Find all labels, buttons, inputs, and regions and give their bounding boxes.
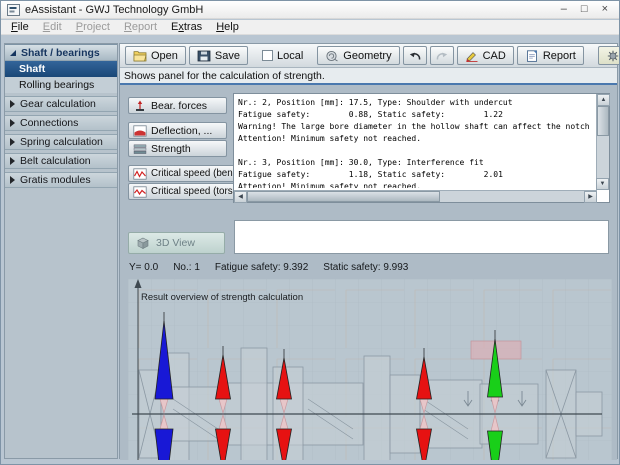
app-window: eAssistant - GWJ Technology GmbH – □ × F…: [0, 0, 620, 465]
toolbar: Open Save Local Geometry CAD: [120, 44, 617, 68]
open-button[interactable]: Open: [125, 46, 186, 65]
strength-button[interactable]: Strength: [128, 140, 227, 157]
save-floppy-icon: [197, 50, 211, 62]
menu-extras[interactable]: Extras: [164, 21, 209, 33]
report-button[interactable]: Report: [517, 46, 584, 65]
local-checkbox-group[interactable]: Local: [262, 50, 303, 62]
marker-static-safety: Static safety: 9.993: [323, 262, 408, 273]
bearing-forces-button[interactable]: Bear. forces: [128, 97, 227, 114]
cad-pencil-icon: [465, 50, 479, 62]
sidebar-section-gratis-modules[interactable]: Gratis modules: [5, 172, 117, 188]
collapsed-triangle-icon: [10, 100, 15, 108]
deflection-button[interactable]: Deflection, ...: [128, 122, 227, 139]
scroll-down-button[interactable]: ▼: [596, 178, 609, 190]
expanded-triangle-icon: [10, 50, 16, 56]
sidebar-section-spring-calculation[interactable]: Spring calculation: [5, 134, 117, 150]
marker-fatigue-safety: Fatigue safety: 9.392: [215, 262, 308, 273]
window-title: eAssistant - GWJ Technology GmbH: [25, 4, 203, 16]
vertical-scroll-thumb[interactable]: [597, 106, 609, 136]
message-box: [234, 220, 609, 254]
collapsed-triangle-icon: [10, 157, 15, 165]
cube-3d-icon: [136, 237, 150, 250]
strength-results-text: Nr.: 2, Position [mm]: 17.5, Type: Shoul…: [234, 94, 594, 188]
collapsed-triangle-icon: [10, 138, 15, 146]
maximize-button[interactable]: □: [581, 4, 588, 15]
scroll-left-button[interactable]: ◀: [234, 191, 247, 203]
local-checkbox[interactable]: [262, 50, 273, 61]
close-button[interactable]: ×: [602, 4, 608, 15]
undo-button[interactable]: [403, 46, 427, 65]
options-button[interactable]: Options: [598, 46, 620, 65]
bearing-forces-icon: [133, 100, 147, 112]
vertical-scrollbar[interactable]: ▲ ▼: [596, 94, 609, 190]
scroll-right-button[interactable]: ▶: [584, 191, 597, 203]
menu-bar: File Edit Project Report Extras Help: [1, 20, 619, 35]
critical-speed-tors-button[interactable]: Critical speed (tors.): [128, 183, 235, 200]
critical-speed-bend-icon: [133, 168, 147, 180]
menu-file[interactable]: File: [4, 21, 36, 33]
save-button[interactable]: Save: [189, 46, 248, 65]
module-sidebar: Shaft / bearings Shaft Rolling bearings …: [4, 43, 118, 459]
scroll-up-button[interactable]: ▲: [597, 94, 610, 106]
geometry-button[interactable]: Geometry: [317, 46, 399, 65]
sidebar-section-gear-calculation[interactable]: Gear calculation: [5, 96, 117, 112]
marker-info-line: Y= 0.0 No.: 1 Fatigue safety: 9.392 Stat…: [129, 262, 408, 273]
strength-layers-icon: [133, 143, 147, 155]
title-bar: eAssistant - GWJ Technology GmbH – □ ×: [1, 1, 619, 19]
menu-project: Project: [69, 21, 117, 33]
sidebar-section-belt-calculation[interactable]: Belt calculation: [5, 153, 117, 169]
sidebar-section-connections[interactable]: Connections: [5, 115, 117, 131]
sidebar-section-shaft-bearings[interactable]: Shaft / bearings: [5, 44, 117, 61]
redo-arrow-icon: [435, 50, 449, 62]
panel-status-text: Shows panel for the calculation of stren…: [120, 68, 617, 85]
menu-help[interactable]: Help: [209, 21, 246, 33]
sidebar-item-shaft[interactable]: Shaft: [5, 61, 117, 77]
strength-chart-svg: Result overview of strength calculation: [128, 279, 612, 460]
cad-button[interactable]: CAD: [457, 46, 514, 65]
strength-results-box[interactable]: Nr.: 2, Position [mm]: 17.5, Type: Shoul…: [233, 93, 610, 203]
options-tool-icon: [606, 50, 620, 62]
minimize-button[interactable]: –: [561, 4, 567, 15]
redo-button: [430, 46, 454, 65]
main-panel: Open Save Local Geometry CAD: [119, 43, 618, 459]
critical-speed-bend-button[interactable]: Critical speed (bend.): [128, 165, 235, 182]
marker-y-value: Y= 0.0: [129, 262, 158, 273]
collapsed-triangle-icon: [10, 119, 15, 127]
horizontal-scroll-thumb[interactable]: [247, 191, 440, 202]
open-folder-icon: [133, 50, 147, 62]
deflection-icon: [133, 125, 147, 137]
critical-speed-tors-icon: [133, 186, 147, 198]
strength-overview-chart[interactable]: Result overview of strength calculation: [128, 279, 612, 460]
undo-arrow-icon: [408, 50, 422, 62]
report-document-icon: [525, 50, 539, 62]
view-3d-button: 3D View: [128, 232, 225, 254]
horizontal-scrollbar[interactable]: ◀ ▶: [234, 190, 597, 202]
geometry-icon: [325, 50, 339, 62]
app-icon: [7, 4, 20, 16]
chart-title: Result overview of strength calculation: [141, 292, 303, 303]
menu-report: Report: [117, 21, 164, 33]
sidebar-item-rolling-bearings[interactable]: Rolling bearings: [5, 77, 117, 93]
collapsed-triangle-icon: [10, 176, 15, 184]
marker-number: No.: 1: [173, 262, 200, 273]
menu-edit: Edit: [36, 21, 69, 33]
content-area: Bear. forces Deflection, ... Strength Cr…: [120, 85, 617, 460]
